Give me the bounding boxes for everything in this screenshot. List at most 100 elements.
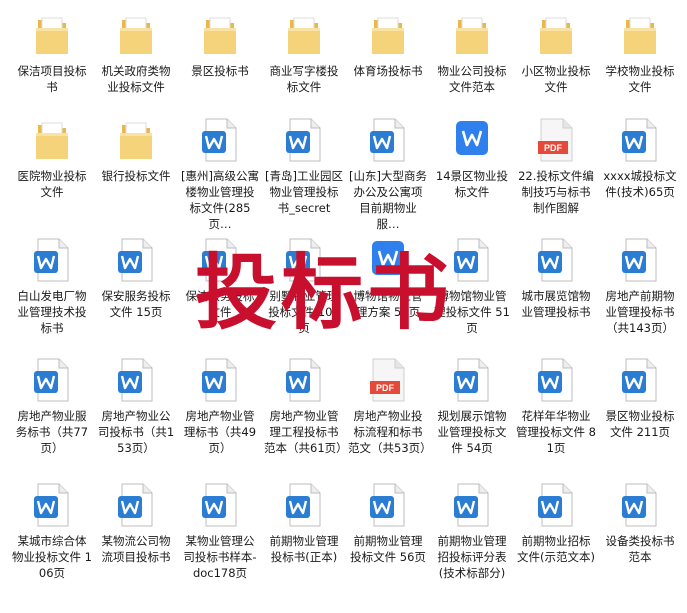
folder-icon <box>452 12 492 58</box>
word-document-icon <box>116 237 156 283</box>
file-item[interactable]: 前期物业管理招投标评分表(技术标部分) <box>430 482 514 581</box>
file-item-label: 银行投标文件 <box>101 169 171 183</box>
word-document-icon <box>620 117 660 163</box>
file-item-label: 花样年华物业管理投标文件 81页 <box>516 409 596 455</box>
file-item-label: 景区物业投标文件 211页 <box>605 409 675 439</box>
file-item[interactable]: 前期物业管理投标书(正本) <box>262 482 346 565</box>
file-item[interactable]: 保安服务投标文件 15页 <box>94 237 178 320</box>
overlay-title: 投标书 <box>195 245 454 341</box>
folder-icon <box>284 12 324 58</box>
file-item[interactable]: xxxx城投标文件(技术)65页 <box>598 117 682 200</box>
word-document-icon <box>536 357 576 403</box>
word-document-icon <box>452 357 492 403</box>
file-item[interactable]: 景区投标书 <box>178 12 262 79</box>
svg-text:PDF: PDF <box>376 383 395 393</box>
folder-icon <box>116 117 156 163</box>
file-item[interactable]: 保洁项目投标书 <box>10 12 94 95</box>
folder-icon <box>32 117 72 163</box>
file-item-label: 房地产物业管理标书（共49页） <box>183 409 257 455</box>
file-item[interactable]: 体育场投标书 <box>346 12 430 79</box>
file-item[interactable]: 前期物业管理投标文件 56页 <box>346 482 430 565</box>
file-item-label: [惠州]高级公寓楼物业管理投标文件(285页… <box>181 169 259 231</box>
file-item-label: 小区物业投标文件 <box>521 64 591 94</box>
file-item[interactable]: [惠州]高级公寓楼物业管理投标文件(285页… <box>178 117 262 232</box>
file-item[interactable]: 物业公司投标文件范本 <box>430 12 514 95</box>
file-item-label: 前期物业管理投标书(正本) <box>269 534 339 564</box>
folder-icon <box>620 12 660 58</box>
file-item[interactable]: 房地产物业管理工程投标书范本（共61页） <box>262 357 348 456</box>
file-item-label: 某物业管理公司投标书样本-doc178页 <box>183 534 257 580</box>
file-item-label: 房地产物业投标流程和标书范文（共53页） <box>348 409 432 455</box>
wps-document-icon <box>452 117 492 163</box>
word-document-icon <box>620 237 660 283</box>
word-document-icon <box>200 117 240 163</box>
file-item[interactable]: 房地产物业服务标书（共77页） <box>10 357 94 456</box>
file-item-label: 22.投标文件编制技巧与标书制作图解 <box>518 169 594 215</box>
file-item-label: [山东]大型商务办公及公寓项目前期物业服… <box>349 169 427 231</box>
file-item[interactable]: 前期物业招标文件(示范文本) <box>514 482 598 565</box>
file-item[interactable]: 白山发电厂物业管理技术投标书 <box>10 237 94 336</box>
file-item[interactable]: 某物流公司物流项目投标书 <box>94 482 178 565</box>
folder-icon <box>200 12 240 58</box>
word-document-icon <box>116 482 156 528</box>
file-item-label: 景区投标书 <box>191 64 249 78</box>
word-document-icon <box>284 482 324 528</box>
file-item-label: 物业公司投标文件范本 <box>437 64 507 94</box>
file-item[interactable]: 花样年华物业管理投标文件 81页 <box>514 357 598 456</box>
file-item[interactable]: [青岛]工业园区物业管理投标书_secret <box>262 117 346 216</box>
file-item-label: 学校物业投标文件 <box>605 64 675 94</box>
word-document-icon <box>32 237 72 283</box>
word-document-icon <box>284 357 324 403</box>
file-item[interactable]: 设备类投标书范本 <box>598 482 682 565</box>
folder-icon <box>32 12 72 58</box>
file-item[interactable]: 银行投标文件 <box>94 117 178 184</box>
file-item-label: 设备类投标书范本 <box>605 534 675 564</box>
word-document-icon <box>536 237 576 283</box>
file-item-label: 规划展示馆物业管理投标文件 54页 <box>437 409 507 455</box>
file-item[interactable]: 14景区物业投标文件 <box>430 117 514 200</box>
file-item[interactable]: 某城市综合体物业投标文件 106页 <box>10 482 94 581</box>
file-item[interactable]: 规划展示馆物业管理投标文件 54页 <box>430 357 514 456</box>
word-document-icon <box>620 482 660 528</box>
file-item[interactable]: 景区物业投标文件 211页 <box>598 357 682 440</box>
file-item[interactable]: 房地产前期物业管理投标书（共143页） <box>598 237 682 336</box>
file-item[interactable]: 机关政府类物业投标文件 <box>94 12 178 95</box>
file-item-label: [青岛]工业园区物业管理投标书_secret <box>265 169 343 215</box>
file-item-label: 房地产物业管理工程投标书范本（共61页） <box>264 409 348 455</box>
file-item[interactable]: 城市展览馆物业管理投标书 <box>514 237 598 320</box>
file-item-label: 城市展览馆物业管理投标书 <box>521 289 591 319</box>
word-document-icon <box>452 482 492 528</box>
pdf-document-icon: PDF <box>368 357 408 403</box>
file-item[interactable]: 房地产物业公司投标书（共153页） <box>94 357 178 456</box>
file-item-label: 前期物业管理招投标评分表(技术标部分) <box>437 534 507 580</box>
word-document-icon <box>368 117 408 163</box>
file-item-label: 房地产物业服务标书（共77页） <box>15 409 89 455</box>
file-item-label: 某物流公司物流项目投标书 <box>101 534 171 564</box>
file-item[interactable]: PDF 22.投标文件编制技巧与标书制作图解 <box>514 117 598 216</box>
word-document-icon <box>32 482 72 528</box>
file-item-label: 体育场投标书 <box>353 64 423 78</box>
file-item-label: 保安服务投标文件 15页 <box>101 289 171 319</box>
file-item[interactable]: 医院物业投标文件 <box>10 117 94 200</box>
file-item-label: 医院物业投标文件 <box>17 169 87 199</box>
file-item[interactable]: 某物业管理公司投标书样本-doc178页 <box>178 482 262 581</box>
file-item[interactable]: 房地产物业管理标书（共49页） <box>178 357 262 456</box>
file-item-label: 前期物业管理投标文件 56页 <box>350 534 426 564</box>
file-item[interactable]: 学校物业投标文件 <box>598 12 682 95</box>
file-item[interactable]: PDF 房地产物业投标流程和标书范文（共53页） <box>346 357 432 456</box>
file-item[interactable]: 商业写字楼投标文件 <box>262 12 346 95</box>
file-item-label: 保洁项目投标书 <box>17 64 87 94</box>
folder-icon <box>116 12 156 58</box>
word-document-icon <box>32 357 72 403</box>
file-item[interactable]: 小区物业投标文件 <box>514 12 598 95</box>
word-document-icon <box>452 237 492 283</box>
file-item-label: 房地产前期物业管理投标书（共143页） <box>605 289 675 335</box>
word-document-icon <box>368 482 408 528</box>
folder-icon <box>368 12 408 58</box>
file-item[interactable]: [山东]大型商务办公及公寓项目前期物业服… <box>346 117 430 232</box>
file-item-label: 房地产物业公司投标书（共153页） <box>97 409 175 455</box>
file-item-label: 14景区物业投标文件 <box>435 169 509 199</box>
word-document-icon <box>116 357 156 403</box>
word-document-icon <box>200 482 240 528</box>
file-item-label: xxxx城投标文件(技术)65页 <box>603 169 677 199</box>
